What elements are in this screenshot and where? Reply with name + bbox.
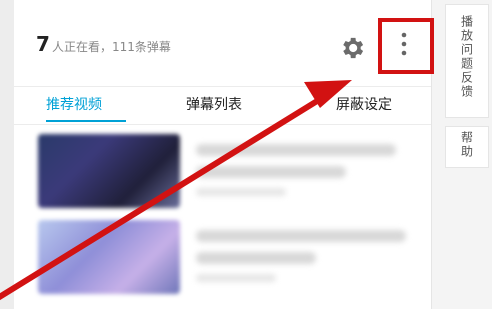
blurred-title	[196, 144, 396, 156]
blurred-title	[196, 166, 346, 178]
recommended-video-list	[14, 126, 431, 309]
side-rail: 播放问题反馈 帮助	[445, 0, 492, 309]
blurred-title	[196, 230, 406, 242]
annotation-highlight-box	[378, 18, 434, 74]
playback-feedback-button[interactable]: 播放问题反馈	[445, 4, 489, 118]
blurred-title	[196, 252, 316, 264]
list-item[interactable]	[14, 126, 431, 212]
panel-header: 7 人正在看，111条弹幕	[14, 0, 434, 87]
blurred-meta	[196, 274, 276, 282]
tab-danmaku-list[interactable]: 弹幕列表	[186, 94, 242, 114]
video-thumbnail[interactable]	[38, 220, 180, 294]
panel-tabs: 推荐视频 弹幕列表 屏蔽设定	[14, 86, 431, 125]
help-label: 帮助	[459, 131, 474, 159]
left-page-edge	[0, 0, 14, 309]
active-tab-indicator	[46, 120, 126, 122]
video-thumbnail[interactable]	[38, 134, 180, 208]
blurred-meta	[196, 188, 286, 196]
viewer-count: 7	[36, 32, 50, 56]
viewer-danmaku-status: 人正在看，111条弹幕	[52, 40, 171, 54]
help-button[interactable]: 帮助	[445, 126, 489, 168]
list-item[interactable]	[14, 212, 431, 298]
feedback-label: 播放问题反馈	[459, 15, 474, 99]
tab-recommended-videos[interactable]: 推荐视频	[46, 94, 102, 114]
tab-block-settings[interactable]: 屏蔽设定	[336, 94, 392, 114]
gear-icon[interactable]	[338, 34, 366, 62]
video-side-panel: 7 人正在看，111条弹幕 推荐视频 弹幕列表 屏蔽设定	[14, 0, 434, 309]
